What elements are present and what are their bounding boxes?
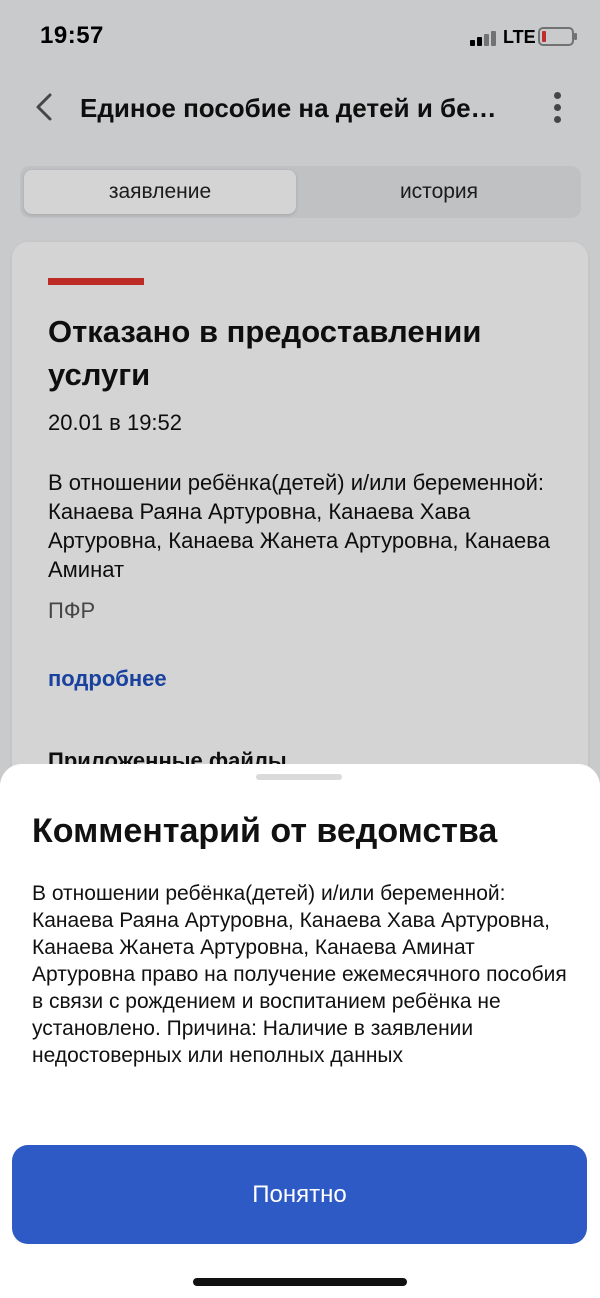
sheet-title: Комментарий от ведомства: [32, 812, 498, 850]
comment-bottom-sheet: Комментарий от ведомства В отношении реб…: [0, 764, 600, 1298]
sheet-drag-handle[interactable]: [256, 774, 342, 780]
home-indicator: [193, 1278, 407, 1286]
application-screen: 19:57 LTE Единое пособие на детей и бере…: [0, 0, 600, 1298]
ok-button[interactable]: Понятно: [12, 1145, 587, 1244]
sheet-comment-text: В отношении ребёнка(детей) и/или беремен…: [32, 882, 567, 1067]
